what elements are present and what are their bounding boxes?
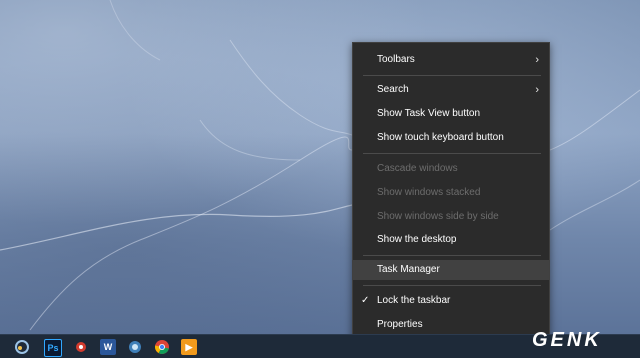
menu-item-show-task-view-button[interactable]: Show Task View button xyxy=(353,104,549,124)
menu-item-label: Cascade windows xyxy=(377,163,458,174)
menu-item-label: Show windows side by side xyxy=(377,211,499,222)
menu-item-task-manager[interactable]: Task Manager xyxy=(353,260,549,280)
photoshop-label: Ps xyxy=(47,343,59,353)
menu-item-label: Show the desktop xyxy=(377,234,457,245)
photoshop-icon[interactable]: Ps xyxy=(44,339,62,357)
menu-item-cascade-windows: Cascade windows xyxy=(353,159,549,179)
menu-item-search[interactable]: Search › xyxy=(353,80,549,100)
chevron-right-icon: › xyxy=(535,84,539,96)
word-icon[interactable]: W xyxy=(100,339,116,355)
genk-watermark: GENK xyxy=(532,329,602,351)
media-player-icon[interactable]: ▶ xyxy=(181,339,197,355)
menu-item-properties[interactable]: Properties xyxy=(353,315,549,335)
media-player-glyph: ▶ xyxy=(185,341,193,352)
menu-item-label: Search xyxy=(377,84,409,95)
menu-item-show-windows-side-by-side: Show windows side by side xyxy=(353,207,549,227)
app-icon[interactable] xyxy=(127,339,143,355)
taskbar-context-menu: Toolbars › Search › Show Task View butto… xyxy=(352,42,550,341)
menu-item-show-the-desktop[interactable]: Show the desktop xyxy=(353,230,549,250)
menu-separator xyxy=(363,255,541,256)
menu-separator xyxy=(363,153,541,154)
menu-item-label: Show windows stacked xyxy=(377,187,481,198)
start-icon[interactable] xyxy=(14,339,30,355)
menu-item-label: Toolbars xyxy=(377,54,415,65)
menu-item-toolbars[interactable]: Toolbars › xyxy=(353,50,549,70)
menu-item-lock-the-taskbar[interactable]: ✓ Lock the taskbar xyxy=(353,291,549,311)
menu-item-label: Task Manager xyxy=(377,264,440,275)
menu-item-show-touch-keyboard-button[interactable]: Show touch keyboard button xyxy=(353,128,549,148)
menu-item-label: Properties xyxy=(377,319,423,330)
chevron-right-icon: › xyxy=(535,54,539,66)
chrome-icon[interactable] xyxy=(154,339,170,355)
menu-item-label: Show touch keyboard button xyxy=(377,132,504,143)
menu-separator xyxy=(363,75,541,76)
checkmark-icon: ✓ xyxy=(361,295,370,306)
menu-item-label: Show Task View button xyxy=(377,108,481,119)
menu-item-label: Lock the taskbar xyxy=(377,295,451,306)
menu-separator xyxy=(363,285,541,286)
word-label: W xyxy=(103,342,113,352)
app-icon[interactable] xyxy=(73,339,89,355)
menu-item-show-windows-stacked: Show windows stacked xyxy=(353,183,549,203)
